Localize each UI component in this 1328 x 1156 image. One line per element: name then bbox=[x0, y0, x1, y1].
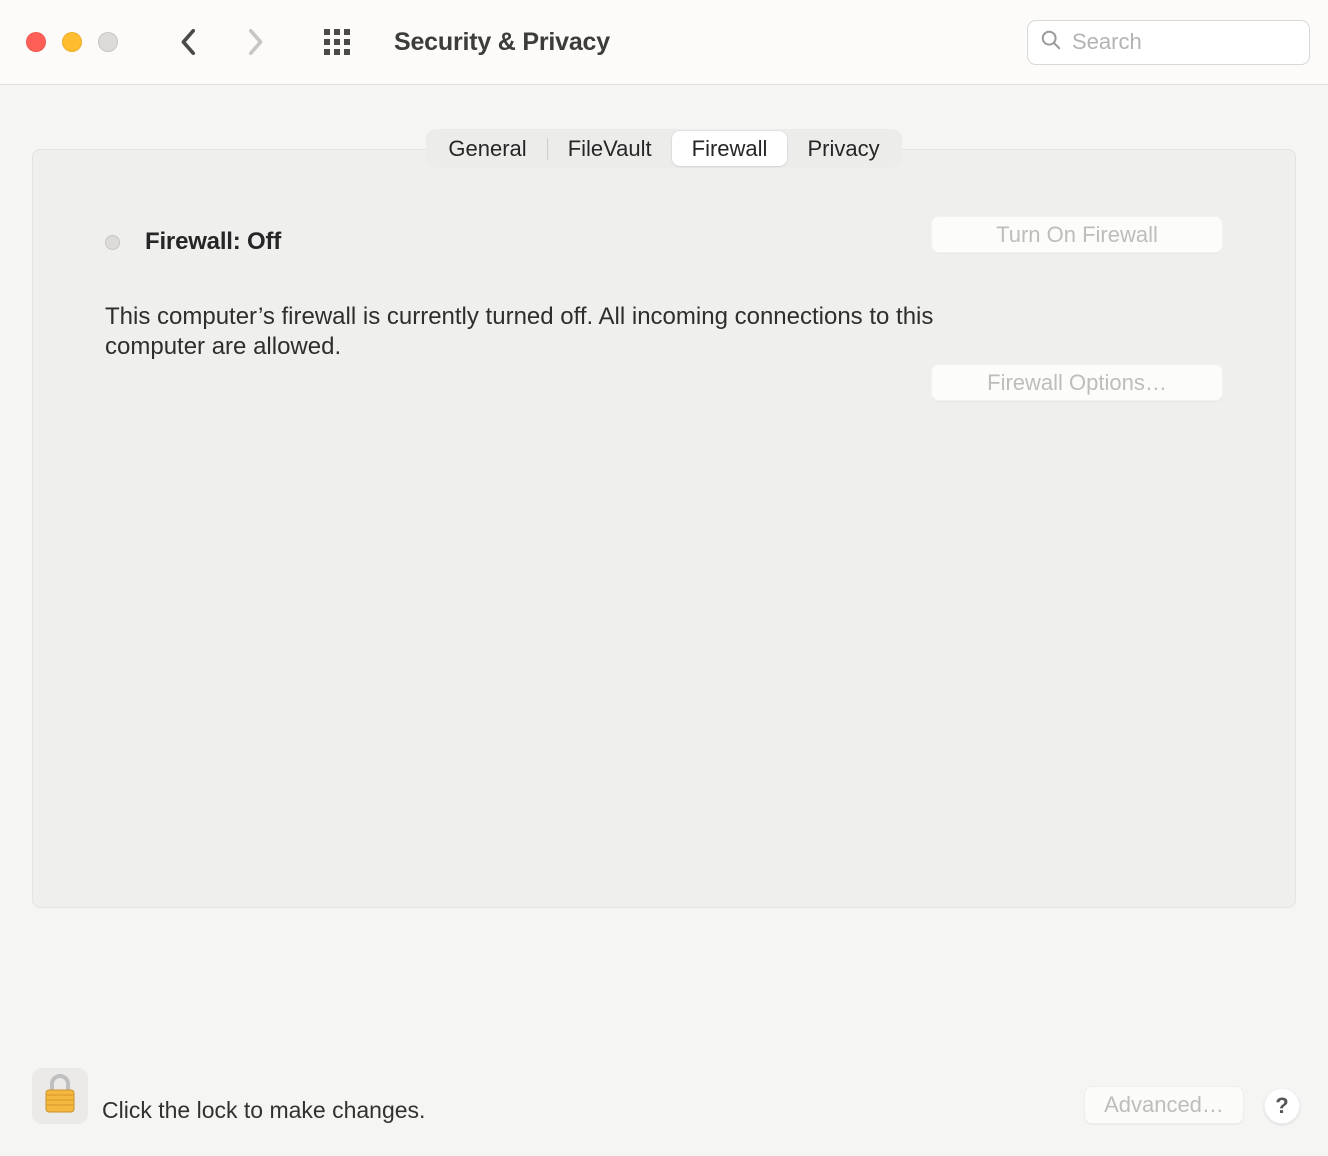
help-button[interactable]: ? bbox=[1264, 1088, 1300, 1124]
nav-arrows bbox=[174, 27, 270, 57]
tab-privacy[interactable]: Privacy bbox=[787, 131, 899, 166]
tab-general[interactable]: General bbox=[428, 131, 546, 166]
zoom-window-button bbox=[98, 32, 118, 52]
firewall-status-description: This computer’s firewall is currently tu… bbox=[105, 302, 1005, 362]
status-indicator-icon bbox=[105, 235, 120, 250]
firewall-panel: Firewall: Off Turn On Firewall This comp… bbox=[32, 149, 1296, 908]
forward-button bbox=[240, 27, 270, 57]
show-all-preferences-button[interactable] bbox=[322, 27, 352, 57]
lock-icon bbox=[40, 1072, 80, 1121]
window-controls bbox=[26, 32, 118, 52]
lock-button[interactable] bbox=[32, 1068, 88, 1124]
search-input[interactable] bbox=[1072, 29, 1297, 55]
close-window-button[interactable] bbox=[26, 32, 46, 52]
advanced-button: Advanced… bbox=[1084, 1086, 1244, 1124]
footer: Click the lock to make changes. Advanced… bbox=[0, 1016, 1328, 1156]
tab-filevault[interactable]: FileVault bbox=[548, 131, 672, 166]
toolbar: Security & Privacy bbox=[0, 0, 1328, 85]
content-area: General FileVault Firewall Privacy Firew… bbox=[0, 85, 1328, 908]
minimize-window-button[interactable] bbox=[62, 32, 82, 52]
lock-hint-text: Click the lock to make changes. bbox=[102, 1097, 425, 1124]
search-icon bbox=[1040, 29, 1062, 56]
tab-bar: General FileVault Firewall Privacy bbox=[426, 129, 901, 168]
turn-on-firewall-button: Turn On Firewall bbox=[931, 216, 1223, 253]
firewall-status-label: Firewall: Off bbox=[145, 228, 281, 256]
window-title: Security & Privacy bbox=[394, 28, 610, 57]
back-button[interactable] bbox=[174, 27, 204, 57]
tab-firewall[interactable]: Firewall bbox=[672, 131, 788, 166]
search-box[interactable] bbox=[1027, 20, 1310, 65]
firewall-options-button: Firewall Options… bbox=[931, 364, 1223, 401]
